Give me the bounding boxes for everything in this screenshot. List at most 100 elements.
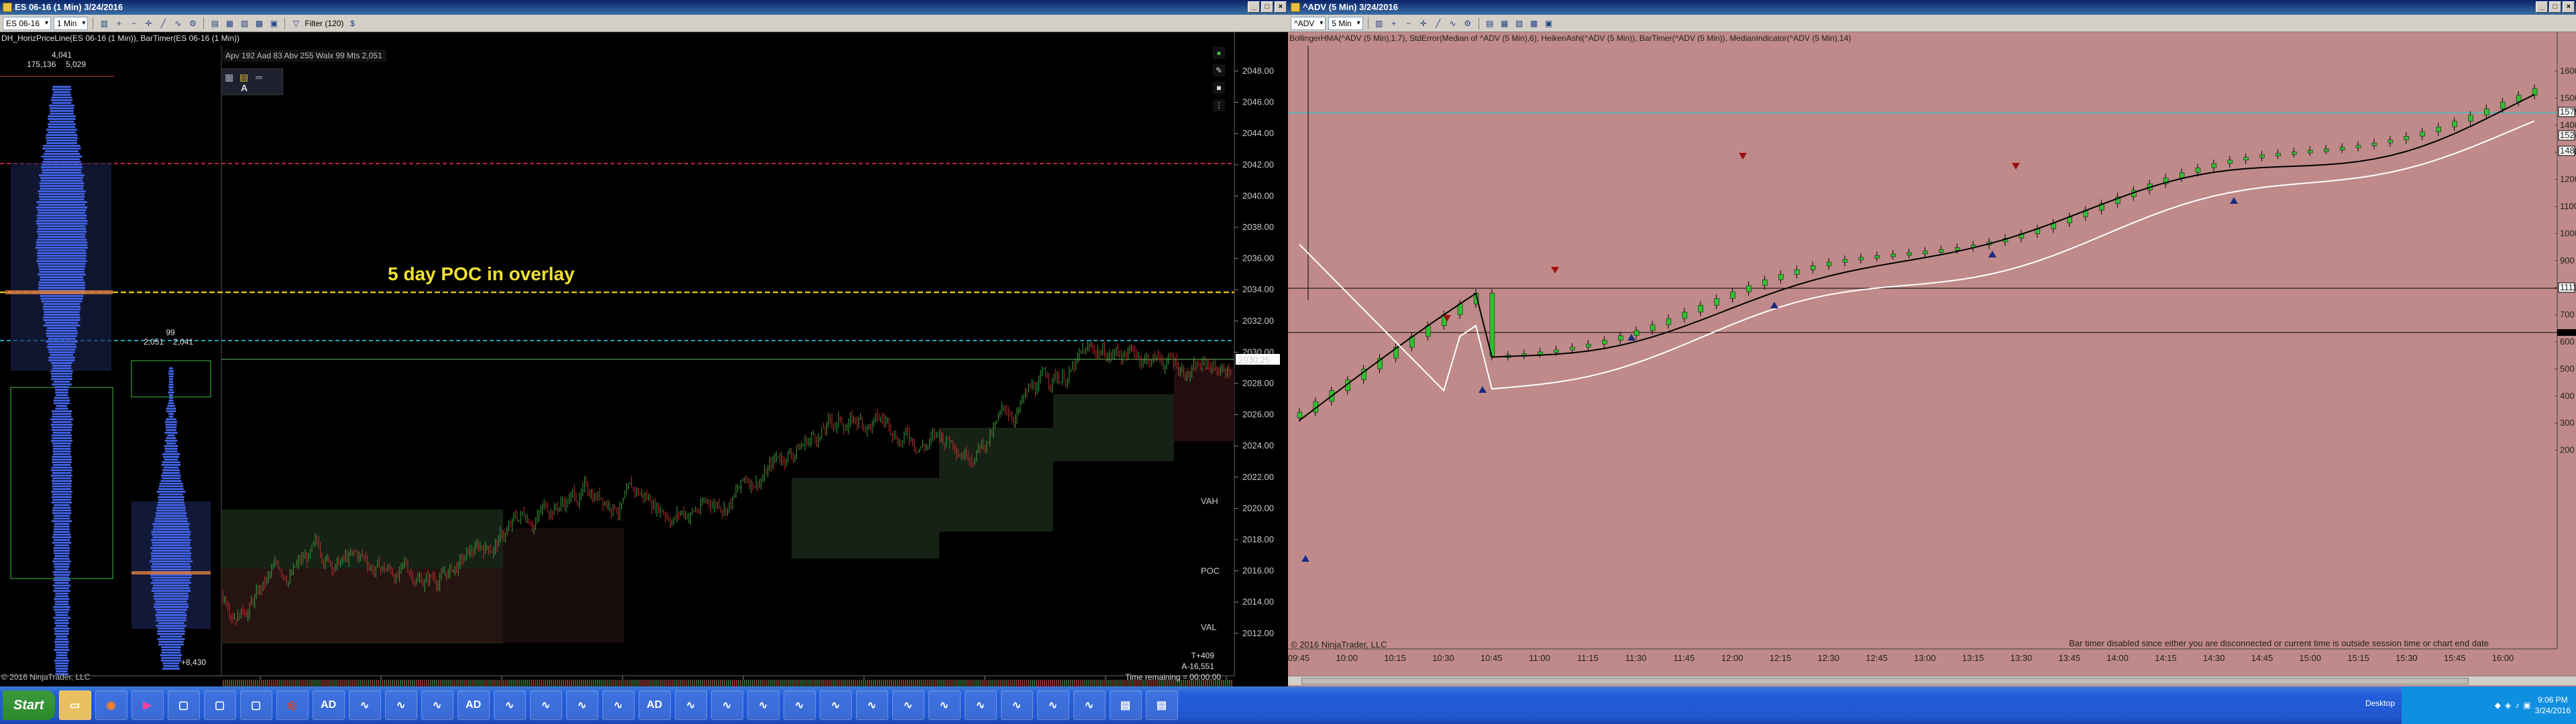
line-tool-icon[interactable]: ═ <box>256 72 262 82</box>
chart-app-icon[interactable]: ∿ <box>819 690 852 720</box>
data-box-icon[interactable]: ▤ <box>209 17 221 29</box>
zoom-out-icon[interactable]: − <box>127 17 140 29</box>
left-titlebar[interactable]: ES 06-16 (1 Min) 3/24/2016 _ □ × <box>0 0 1288 15</box>
chart-app-icon[interactable]: ∿ <box>928 690 961 720</box>
right-titlebar[interactable]: ^ADV (5 Min) 3/24/2016 _ □ × <box>1288 0 2576 15</box>
desktop-toolbar-label[interactable]: Desktop <box>2365 699 2395 708</box>
chart-app-icon[interactable]: ∿ <box>421 690 453 720</box>
delta-strip-bar <box>855 680 856 686</box>
bar-type-icon[interactable]: ▥ <box>98 17 110 29</box>
crosshair-icon[interactable]: ✛ <box>1417 17 1430 29</box>
app-window-icon[interactable]: ▢ <box>203 690 236 720</box>
close-button[interactable]: × <box>2563 1 2575 13</box>
media-icon[interactable]: ▶ <box>131 690 164 720</box>
properties-icon[interactable]: ▦ <box>1499 17 1511 29</box>
maximize-button[interactable]: □ <box>1261 1 1273 13</box>
zoom-in-icon[interactable]: + <box>1388 17 1400 29</box>
network-icon[interactable]: ▣ <box>2523 701 2530 710</box>
properties-icon[interactable]: ▦ <box>223 17 235 29</box>
indicators-icon[interactable]: ∿ <box>1447 17 1459 29</box>
profile2-bar <box>160 660 182 662</box>
refresh-icon[interactable]: ● <box>1213 47 1225 59</box>
chart-app-icon[interactable]: ∿ <box>566 690 598 720</box>
templates-icon[interactable]: ▧ <box>238 17 250 29</box>
instrument-select[interactable]: ^ADV <box>1291 16 1326 30</box>
tray-icon[interactable]: ◆ <box>2495 701 2501 710</box>
snapshot-icon[interactable]: ▣ <box>268 17 280 29</box>
chart-app-icon[interactable]: ∿ <box>855 690 888 720</box>
lock-icon[interactable]: ■ <box>1213 82 1225 94</box>
start-button[interactable]: Start <box>3 690 55 720</box>
profile-bar <box>42 147 81 149</box>
text-tool-icon[interactable]: A <box>241 82 248 93</box>
tray-icon[interactable]: ◈ <box>2505 701 2511 710</box>
print-icon[interactable]: ▩ <box>253 17 265 29</box>
chart-app-icon[interactable]: ∿ <box>1073 690 1106 720</box>
instrument-select[interactable]: ES 06-16 <box>3 16 52 30</box>
app-window-icon[interactable]: ▢ <box>167 690 200 720</box>
more-icon[interactable]: ⋮ <box>1213 99 1225 111</box>
zoom-in-icon[interactable]: + <box>113 17 125 29</box>
filter-icon[interactable]: ▽ <box>290 17 302 29</box>
photo-app-icon[interactable]: ▤ <box>1109 690 1142 720</box>
scrollbar-thumb[interactable] <box>1301 678 2469 684</box>
photo-app-icon[interactable]: ▤ <box>1145 690 1178 720</box>
ad-chart-icon[interactable]: AD <box>312 690 345 720</box>
filter-label[interactable]: Filter (120) <box>305 19 343 28</box>
strategies-icon[interactable]: ⚙ <box>1462 17 1474 29</box>
print-icon[interactable]: ▩ <box>1528 17 1540 29</box>
delta-strip-bar <box>1000 680 1001 686</box>
drawing-tool-palette[interactable]: ▦ ▤ ═ A <box>221 68 283 95</box>
swirl-app-icon[interactable]: ◎ <box>276 690 309 720</box>
chart-app-icon[interactable]: ∿ <box>892 690 924 720</box>
chart-app-icon[interactable]: ∿ <box>493 690 526 720</box>
chart-app-icon[interactable]: ∿ <box>964 690 997 720</box>
zoom-out-icon[interactable]: − <box>1403 17 1415 29</box>
templates-icon[interactable]: ▧ <box>1513 17 1525 29</box>
ad-chart-icon[interactable]: AD <box>638 690 671 720</box>
indicators-icon[interactable]: ∿ <box>172 17 184 29</box>
profile-bar <box>54 526 70 528</box>
delta-strip-bar <box>434 680 435 686</box>
draw-line-icon[interactable]: ╱ <box>157 17 169 29</box>
ad-chart-icon[interactable]: AD <box>457 690 490 720</box>
bar-type-icon[interactable]: ▥ <box>1373 17 1385 29</box>
chart-app-icon[interactable]: ∿ <box>674 690 707 720</box>
clock[interactable]: 9:06 PM 3/24/2016 <box>2535 695 2571 716</box>
left-chart-panel[interactable]: DH_HorizPriceLine(ES 06-16 (1 Min)), Bar… <box>0 32 1288 711</box>
pin-icon[interactable]: ✎ <box>1213 64 1225 76</box>
draw-line-icon[interactable]: ╱ <box>1432 17 1444 29</box>
maximize-button[interactable]: □ <box>2549 1 2561 13</box>
chart-app-icon[interactable]: ∿ <box>783 690 816 720</box>
close-button[interactable]: × <box>1275 1 1287 13</box>
right-chart-panel[interactable]: 1600150014001300120011001000900800700600… <box>1288 32 2576 676</box>
delta-strip-bar <box>1078 680 1079 686</box>
minimize-button[interactable]: _ <box>1248 1 1260 13</box>
crosshair-icon[interactable]: ✛ <box>142 17 154 29</box>
chart-app-icon[interactable]: ∿ <box>384 690 417 720</box>
browser-icon[interactable]: ◉ <box>95 690 127 720</box>
interval-select[interactable]: 1 Min <box>54 16 89 30</box>
volume-icon[interactable]: ♪ <box>2515 701 2519 710</box>
folder-icon[interactable]: ▭ <box>58 690 91 720</box>
chart-app-icon[interactable]: ∿ <box>348 690 381 720</box>
interval-select[interactable]: 5 Min <box>1328 16 1363 30</box>
chart-tool-icon[interactable]: ▦ <box>225 72 233 83</box>
chart-app-icon[interactable]: ∿ <box>602 690 635 720</box>
value-axis-label: 1100 <box>2560 201 2576 211</box>
chart-app-icon[interactable]: ∿ <box>747 690 780 720</box>
dollar-icon[interactable]: $ <box>346 17 358 29</box>
snapshot-icon[interactable]: ▣ <box>1543 17 1555 29</box>
strategies-icon[interactable]: ⚙ <box>186 17 199 29</box>
data-box-icon[interactable]: ▤ <box>1484 17 1496 29</box>
minimize-button[interactable]: _ <box>2536 1 2548 13</box>
chart-app-icon[interactable]: ∿ <box>1000 690 1033 720</box>
chart-app-icon[interactable]: ∿ <box>710 690 743 720</box>
right-horizontal-scrollbar[interactable] <box>1288 676 2576 685</box>
chart-app-icon[interactable]: ∿ <box>1036 690 1069 720</box>
chart-app-icon[interactable]: ∿ <box>529 690 562 720</box>
fib-tool-icon[interactable]: ▤ <box>239 72 248 83</box>
app-window-icon[interactable]: ▢ <box>239 690 272 720</box>
profile-bar <box>40 180 83 182</box>
delta-strip-bar <box>589 680 590 686</box>
